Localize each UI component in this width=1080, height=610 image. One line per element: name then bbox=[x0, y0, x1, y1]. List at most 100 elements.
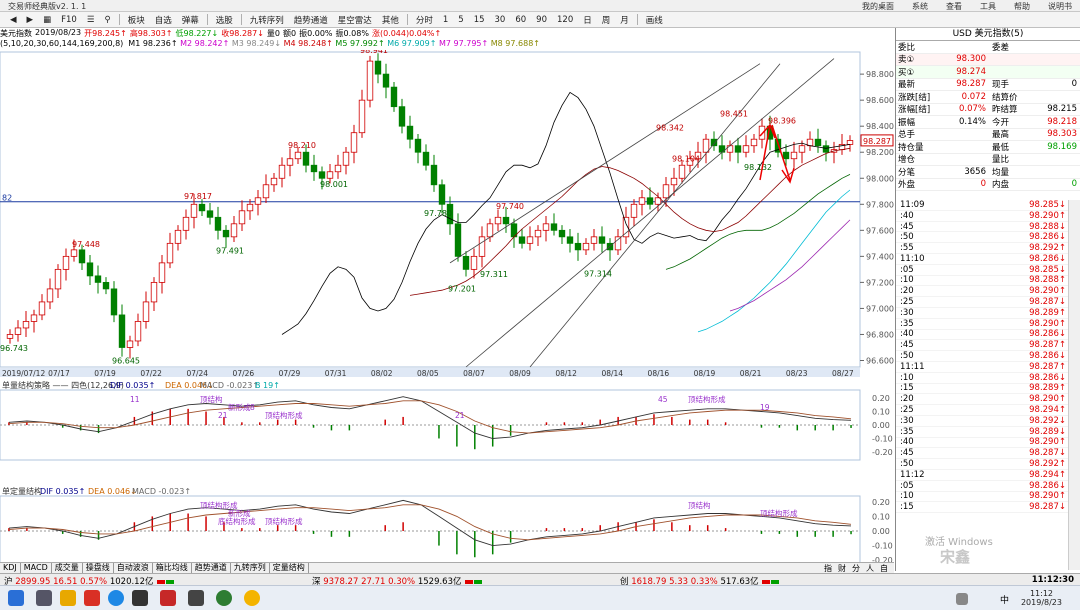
side-tab-people[interactable]: 人 bbox=[866, 563, 874, 573]
toolbar-back-icon[interactable]: ◀ bbox=[6, 15, 21, 25]
candle bbox=[438, 184, 446, 205]
menu-system[interactable]: 系统 bbox=[912, 1, 928, 12]
macd1-label: 顶结构形成 bbox=[688, 394, 726, 404]
side-tab-index[interactable]: 指 bbox=[824, 563, 832, 573]
chart-area[interactable]: 96.600 96.800 97.000 97.200 97.400 97.600 97.8… bbox=[0, 46, 894, 570]
tick-time: :25 bbox=[900, 405, 914, 416]
tab-nine-turn[interactable]: 九转序列 bbox=[231, 563, 270, 573]
taskbar-clock[interactable]: 11:12 2019/8/23 bbox=[1021, 589, 1062, 607]
bid-row[interactable]: 买① 98.274 bbox=[896, 66, 1080, 79]
tab-auto-wave[interactable]: 自动波浪 bbox=[114, 563, 153, 573]
period-30[interactable]: 30 bbox=[491, 15, 510, 25]
toolbar-grid-icon[interactable]: ▦ bbox=[39, 15, 55, 25]
chrome-icon[interactable] bbox=[244, 590, 260, 606]
toolbar-find-icon[interactable]: ⚲ bbox=[100, 15, 114, 25]
tick-time: :10 bbox=[900, 372, 914, 383]
toolbar-separator bbox=[118, 14, 120, 25]
menu-tools[interactable]: 工具 bbox=[980, 1, 996, 12]
period-60[interactable]: 60 bbox=[511, 15, 530, 25]
candle bbox=[798, 145, 806, 153]
start-icon[interactable] bbox=[8, 590, 24, 606]
menu-help[interactable]: 帮助 bbox=[1014, 1, 1030, 12]
toolbar-separator bbox=[636, 14, 638, 25]
app-title: 交易师经典版v2. 1. 1 bbox=[8, 2, 87, 11]
macd2-y-tick: 0.00 bbox=[872, 527, 890, 536]
ma-item-3: M3 98.249↓ bbox=[231, 39, 284, 48]
tab-macd[interactable]: MACD bbox=[21, 563, 52, 573]
price-annotation: 96.645 bbox=[112, 357, 140, 366]
app-chart-icon[interactable] bbox=[188, 590, 204, 606]
macd1-label: 19 bbox=[760, 403, 770, 412]
toolbar-nine-turn-button[interactable]: 九转序列 bbox=[246, 14, 288, 26]
toolbar-radar-button[interactable]: 星空雷达 bbox=[334, 14, 376, 26]
tick-row: :45 98.287↑ bbox=[896, 340, 1068, 352]
price-annotation: 97.311 bbox=[480, 270, 508, 279]
period-intraday[interactable]: 分时 bbox=[412, 14, 437, 26]
candle bbox=[70, 249, 78, 257]
period-15[interactable]: 15 bbox=[470, 15, 489, 25]
chart-svg[interactable]: 96.600 96.800 97.000 97.200 97.400 97.600 97.8… bbox=[0, 46, 894, 570]
folder-icon[interactable] bbox=[60, 590, 76, 606]
ma-item-5: M5 97.992↑ bbox=[335, 39, 388, 48]
toolbar-watchlist-button[interactable]: 自选 bbox=[151, 14, 176, 26]
x-tick-label: 08/19 bbox=[694, 369, 716, 378]
tab-trend-channel[interactable]: 趋势通道 bbox=[192, 563, 231, 573]
ask-row[interactable]: 卖① 98.300 bbox=[896, 53, 1080, 66]
candle bbox=[430, 164, 438, 186]
app-s-icon[interactable] bbox=[108, 590, 124, 606]
side-tab-finance[interactable]: 财 bbox=[838, 563, 846, 573]
app-red-icon[interactable] bbox=[160, 590, 176, 606]
quote-stat-label: 最低 bbox=[992, 142, 1010, 153]
macd1-dif: DIF 0.035↑ bbox=[110, 381, 155, 390]
tick-scrollbar[interactable] bbox=[1068, 200, 1080, 570]
tab-kdj[interactable]: KDJ bbox=[0, 563, 21, 573]
quote-change-pct: 振0.00% bbox=[299, 29, 333, 38]
tab-quant-structure[interactable]: 定量结构 bbox=[270, 563, 309, 573]
candle bbox=[646, 197, 654, 205]
period-month[interactable]: 月 bbox=[616, 14, 633, 26]
quote-volume: 量0 bbox=[266, 29, 281, 38]
app-icon[interactable] bbox=[36, 590, 52, 606]
app-p-icon[interactable] bbox=[84, 590, 100, 606]
tick-list[interactable]: 11:09 98.285↓:40 98.290↑:45 98.288↓:50 98.28… bbox=[896, 200, 1068, 514]
tick-time: :50 bbox=[900, 351, 914, 362]
tab-volume[interactable]: 成交量 bbox=[52, 563, 83, 573]
candle bbox=[54, 268, 62, 290]
period-week[interactable]: 周 bbox=[598, 14, 615, 26]
tick-row: :10 98.288↑ bbox=[896, 275, 1068, 287]
tray-icon[interactable] bbox=[956, 593, 968, 605]
status-cy-bar-down bbox=[771, 579, 780, 584]
tick-time: :20 bbox=[900, 286, 914, 297]
ime-indicator[interactable]: 中 bbox=[1000, 593, 1009, 606]
price-annotation: 98.132 bbox=[744, 163, 772, 172]
candle bbox=[542, 223, 550, 231]
toolbar-list-icon[interactable]: ☰ bbox=[83, 15, 99, 25]
taskbar-time: 11:12 bbox=[1029, 589, 1054, 598]
side-tab-split[interactable]: 分 bbox=[852, 563, 860, 573]
toolbar-trend-channel-button[interactable]: 趋势通道 bbox=[290, 14, 332, 26]
toolbar-fwd-icon[interactable]: ▶ bbox=[23, 15, 38, 25]
title-bar: 交易师经典版v2. 1. 1 我的桌面 系统 查看 工具 帮助 说明书 bbox=[0, 0, 1080, 12]
toolbar-other-button[interactable]: 其他 bbox=[378, 14, 403, 26]
period-5[interactable]: 5 bbox=[454, 15, 467, 25]
period-day[interactable]: 日 bbox=[579, 14, 596, 26]
toolbar-draw-button[interactable]: 画线 bbox=[642, 14, 667, 26]
candle bbox=[86, 262, 94, 277]
menu-view[interactable]: 查看 bbox=[946, 1, 962, 12]
side-tab-self[interactable]: 自 bbox=[880, 563, 888, 573]
toolbar-barrage-button[interactable]: 弹幕 bbox=[178, 14, 203, 26]
tab-box-ma[interactable]: 箱比均线 bbox=[153, 563, 192, 573]
trading-app-icon[interactable] bbox=[132, 590, 148, 606]
toolbar-f10-icon[interactable]: F10 bbox=[57, 15, 81, 25]
wechat-icon[interactable] bbox=[216, 590, 232, 606]
period-90[interactable]: 90 bbox=[532, 15, 551, 25]
quote-amplitude: 振0.08% bbox=[335, 29, 369, 38]
tab-trade-line[interactable]: 操盘线 bbox=[83, 563, 114, 573]
menu-manual[interactable]: 说明书 bbox=[1048, 1, 1072, 12]
menu-desktop[interactable]: 我的桌面 bbox=[862, 1, 894, 12]
period-1[interactable]: 1 bbox=[439, 15, 452, 25]
period-120[interactable]: 120 bbox=[553, 15, 577, 25]
toolbar-sector-button[interactable]: 板块 bbox=[124, 14, 149, 26]
toolbar-stock-pick-button[interactable]: 选股 bbox=[212, 14, 237, 26]
macd2-label: 顶结构形成 bbox=[265, 516, 303, 526]
